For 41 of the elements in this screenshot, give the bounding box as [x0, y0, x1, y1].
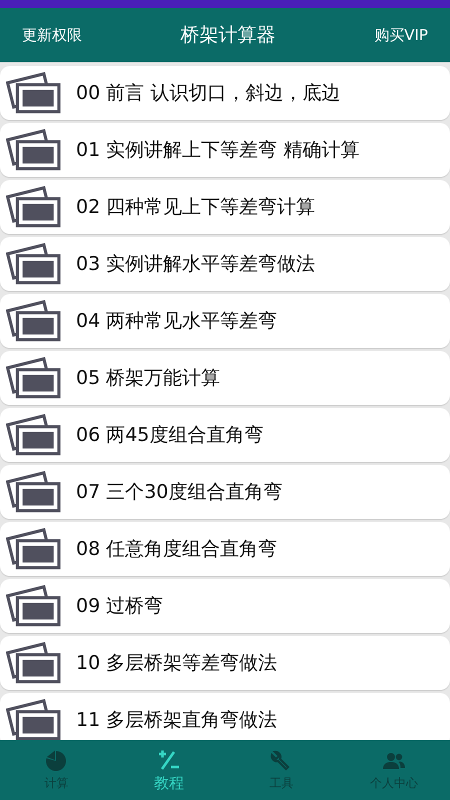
lesson-title: 02 四种常见上下等差弯计算 — [76, 195, 316, 220]
lesson-title: 11 多层桥架直角弯做法 — [76, 708, 278, 733]
picture-frame-icon — [6, 243, 62, 285]
picture-frame-icon — [6, 300, 62, 342]
lesson-item[interactable]: 01 实例讲解上下等差弯 精确计算 — [0, 123, 450, 177]
lesson-item[interactable]: 08 任意角度组合直角弯 — [0, 522, 450, 576]
picture-frame-icon — [6, 357, 62, 399]
lesson-item[interactable]: 05 桥架万能计算 — [0, 351, 450, 405]
lesson-item[interactable]: 07 三个30度组合直角弯 — [0, 465, 450, 519]
picture-frame-icon — [6, 186, 62, 228]
pie-chart-icon — [44, 748, 68, 772]
lesson-item[interactable]: 06 两45度组合直角弯 — [0, 408, 450, 462]
lesson-title: 06 两45度组合直角弯 — [76, 423, 264, 448]
picture-frame-icon — [6, 585, 62, 627]
lesson-title: 10 多层桥架等差弯做法 — [76, 651, 278, 676]
picture-frame-icon — [6, 129, 62, 171]
picture-frame-icon — [6, 471, 62, 513]
update-permission-button[interactable]: 更新权限 — [14, 20, 90, 50]
lesson-title: 01 实例讲解上下等差弯 精确计算 — [76, 138, 360, 163]
lesson-item[interactable]: 09 过桥弯 — [0, 579, 450, 633]
app-title: 桥架计算器 — [180, 23, 276, 48]
lesson-title: 07 三个30度组合直角弯 — [76, 480, 282, 505]
lesson-item[interactable]: 04 两种常见水平等差弯 — [0, 294, 450, 348]
lesson-title: 00 前言 认识切口，斜边，底边 — [76, 81, 340, 106]
plus-minus-icon — [156, 748, 181, 772]
lesson-title: 08 任意角度组合直角弯 — [76, 537, 278, 562]
picture-frame-icon — [6, 642, 62, 684]
picture-frame-icon — [6, 414, 62, 456]
picture-frame-icon — [6, 72, 62, 114]
lesson-title: 04 两种常见水平等差弯 — [76, 309, 278, 334]
lesson-item[interactable]: 10 多层桥架等差弯做法 — [0, 636, 450, 690]
lesson-title: 09 过桥弯 — [76, 594, 164, 619]
lesson-item[interactable]: 02 四种常见上下等差弯计算 — [0, 180, 450, 234]
picture-frame-icon — [6, 528, 62, 570]
lesson-item[interactable]: 00 前言 认识切口，斜边，底边 — [0, 66, 450, 120]
picture-frame-icon — [6, 699, 62, 740]
lesson-item[interactable]: 11 多层桥架直角弯做法 — [0, 693, 450, 740]
lesson-title: 03 实例讲解水平等差弯做法 — [76, 252, 316, 277]
lesson-item[interactable]: 03 实例讲解水平等差弯做法 — [0, 237, 450, 291]
lesson-title: 05 桥架万能计算 — [76, 366, 220, 391]
buy-vip-button[interactable]: 购买VIP — [366, 20, 436, 50]
